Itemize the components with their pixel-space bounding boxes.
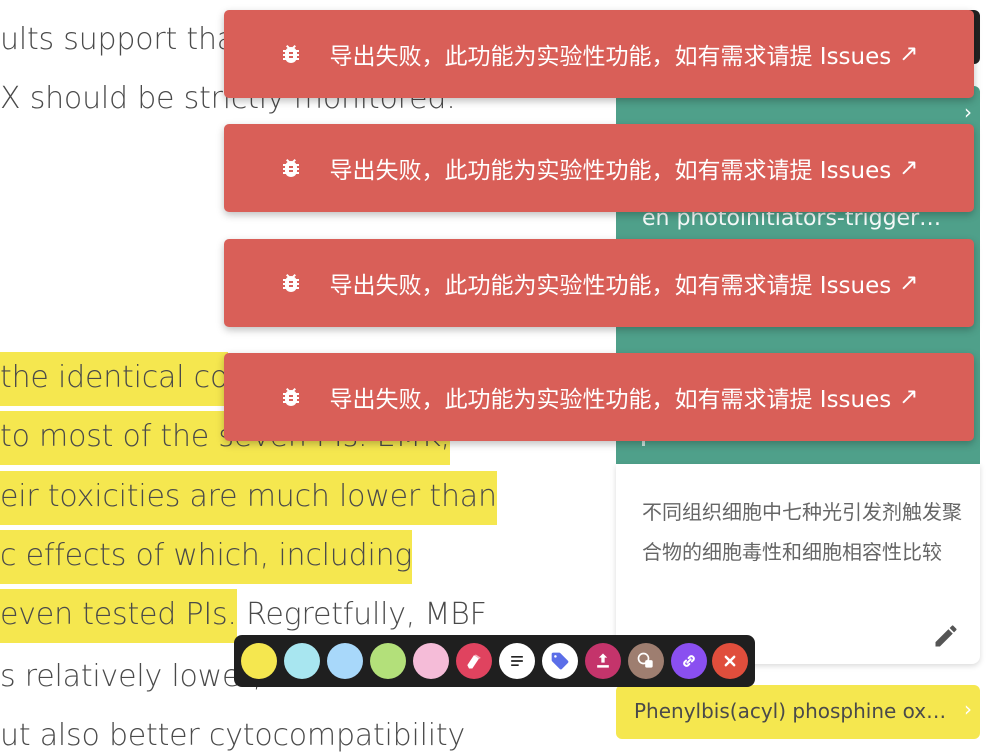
external-link-icon[interactable]: ↗: [899, 41, 918, 67]
toast-message: 导出失败，此功能为实验性功能，如有需求请提 Issues: [329, 273, 892, 299]
external-link-icon[interactable]: ↗: [899, 270, 918, 296]
toast-message: 导出失败，此功能为实验性功能，如有需求请提 Issues: [329, 387, 892, 413]
doc-line-highlighted[interactable]: the identical co: [0, 352, 228, 406]
link-button[interactable]: [671, 643, 707, 679]
bug-icon: [283, 159, 300, 177]
highlight-toolbar: [234, 635, 755, 687]
bug-icon: [283, 388, 300, 406]
doc-line-highlighted[interactable]: eir toxicities are much lower than: [0, 471, 497, 525]
pencil-edit-icon[interactable]: [932, 622, 960, 650]
doc-line: ults support that: [0, 22, 247, 57]
notes-icon: [511, 656, 523, 666]
doc-line-highlighted[interactable]: c effects of which, including: [0, 530, 412, 584]
annotation-card-yellow[interactable]: Phenylbis(acyl) phosphine ox… ›: [616, 685, 980, 739]
chevron-right-icon[interactable]: ›: [964, 100, 972, 124]
error-toast[interactable]: 导出失败，此功能为实验性功能，如有需求请提 Issues ↗: [224, 353, 974, 441]
eraser-icon: [467, 654, 481, 669]
export-button[interactable]: [585, 643, 621, 679]
notes-button[interactable]: [499, 643, 535, 679]
bug-icon: [283, 45, 300, 63]
doc-line: ut also better cytocompatibility: [0, 718, 466, 753]
tag-button[interactable]: [542, 643, 578, 679]
color-swatch-cyan[interactable]: [284, 643, 320, 679]
external-link-icon[interactable]: ↗: [899, 384, 918, 410]
color-swatch-blue[interactable]: [327, 643, 363, 679]
close-icon: [724, 655, 736, 667]
copy-icon: [637, 652, 653, 668]
annotation-note-card[interactable]: 不同组织细胞中七种光引发剂触发聚合物的细胞毒性和细胞相容性比较: [616, 464, 980, 664]
close-toolbar-button[interactable]: [712, 643, 748, 679]
error-toast[interactable]: 导出失败，此功能为实验性功能，如有需求请提 Issues ↗: [224, 239, 974, 327]
chevron-right-icon[interactable]: ›: [964, 697, 972, 721]
bug-icon: [283, 274, 300, 292]
copy-button[interactable]: [628, 643, 664, 679]
doc-line[interactable]: even tested PIs. Regretfully, MBF: [0, 589, 487, 643]
annotation-note-text: 不同组织细胞中七种光引发剂触发聚合物的细胞毒性和细胞相容性比较: [642, 500, 962, 564]
color-swatch-green[interactable]: [370, 643, 406, 679]
tag-icon: [551, 652, 569, 670]
external-link-icon[interactable]: ↗: [899, 155, 918, 181]
export-icon: [597, 653, 609, 668]
color-swatch-yellow[interactable]: [241, 643, 277, 679]
toast-message: 导出失败，此功能为实验性功能，如有需求请提 Issues: [329, 158, 892, 184]
toast-message: 导出失败，此功能为实验性功能，如有需求请提 Issues: [329, 44, 892, 70]
error-toast[interactable]: 导出失败，此功能为实验性功能，如有需求请提 Issues ↗: [224, 124, 974, 212]
eraser-button[interactable]: [456, 643, 492, 679]
link-icon: [683, 655, 695, 667]
color-swatch-pink[interactable]: [413, 643, 449, 679]
error-toast[interactable]: 导出失败，此功能为实验性功能，如有需求请提 Issues ↗: [224, 10, 974, 98]
annotation-title: Phenylbis(acyl) phosphine ox…: [634, 699, 947, 723]
